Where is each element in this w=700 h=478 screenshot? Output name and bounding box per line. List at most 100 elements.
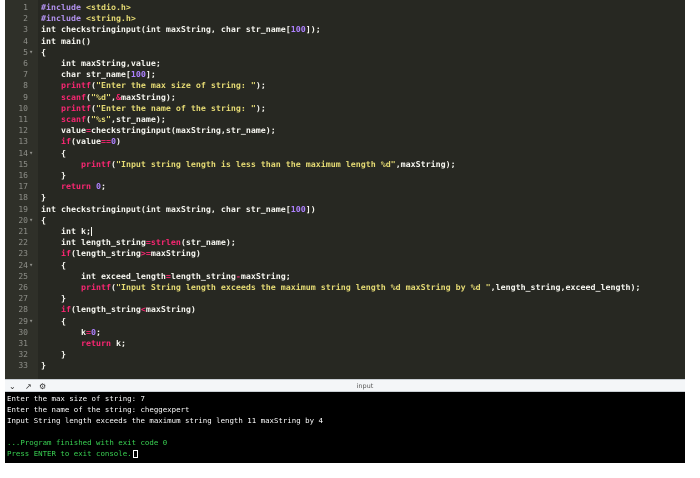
line-number: 32 [18,350,28,360]
code-text: } [41,293,66,304]
line-number: 9 [23,92,28,102]
code-line[interactable]: 17 return 0; [5,181,685,192]
code-line[interactable]: 30 k=0; [5,327,685,338]
code-line[interactable]: 9 scanf("%d",&maxString); [5,92,685,103]
code-line[interactable]: 29 ▾ { [5,316,685,327]
fold-toggle-icon[interactable]: ▾ [29,215,33,226]
code-line[interactable]: 14 ▾ { [5,148,685,159]
expand-icon[interactable]: ↗ [25,381,32,392]
code-line[interactable]: 24 ▾ { [5,260,685,271]
input-tab-label[interactable]: input [335,380,395,392]
code-line[interactable]: 33} [5,360,685,371]
code-text: if(length_string<maxString) [41,304,196,315]
line-number: 23 [18,249,28,259]
code-line[interactable]: 2 #include <string.h> [5,13,685,24]
code-editor[interactable]: 1 #include <stdio.h> 2 #include <string.h> 3… [5,0,685,379]
code-token: if [60,136,71,147]
code-token: k; [110,338,126,348]
line-number: 33 [18,361,28,371]
code-line[interactable]: 23 if(length_string>=maxString) [5,248,685,259]
code-line[interactable]: 4 int main() [5,36,685,47]
line-number: 27 [18,294,28,304]
code-token: (value [70,136,101,147]
code-token: return [80,338,111,348]
output-console[interactable]: Enter the max size of string: 7 Enter the… [5,392,685,463]
code-line[interactable]: 10 printf("Enter the name of the string:… [5,103,685,114]
code-line[interactable]: 28 if(length_string<maxString) [5,304,685,315]
code-line[interactable]: 3 int checkstringinput(int maxString, cha… [5,24,685,35]
code-token: { [41,259,66,270]
line-number: 29 [18,316,28,326]
code-token: int checkstringinput(int maxString, char… [41,24,291,35]
code-token: ,maxString); [395,158,456,169]
fold-toggle-icon[interactable]: ▾ [29,47,33,58]
code-token: char str_name[ [41,69,131,80]
code-line[interactable]: 20 ▾ { [5,215,685,226]
code-line[interactable]: 32 } [5,349,685,360]
code-text: return k; [41,338,126,349]
line-number: 31 [18,339,28,348]
line-number: 1 [23,3,28,12]
code-line[interactable]: 31 return k; [5,338,685,349]
code-line[interactable]: 22 int length_string=strlen(str_name); [5,237,685,248]
code-line[interactable]: 26 printf("Input String length exceeds t… [5,282,685,293]
code-token: if [60,248,71,259]
code-text: printf("Input string length is less than… [41,159,456,170]
line-number: 12 [18,126,28,136]
code-line[interactable]: 21 int k; [5,226,685,237]
line-number: 22 [18,238,28,248]
line-number: 7 [23,70,28,80]
console-text: Enter the max size of string: 7 [7,394,145,403]
fold-toggle-icon[interactable]: ▾ [29,260,33,271]
code-token: scanf [60,91,86,102]
code-token: maxString; [240,270,291,281]
code-line[interactable]: 8 printf("Enter the max size of string: … [5,80,685,91]
code-line[interactable]: 25 int exceed_length=length_string-maxSt… [5,271,685,282]
code-token: } [41,170,66,180]
chevron-down-icon[interactable]: ⌄ [9,381,16,392]
code-line[interactable]: 7 char str_name[100]; [5,69,685,80]
code-token: length_string [170,270,236,281]
code-token: #include [41,2,86,12]
code-line[interactable]: 15 printf("Input string length is less t… [5,159,685,170]
code-line[interactable]: 18} [5,192,685,203]
line-number: 21 [18,227,28,236]
console-text: ...Program finished with exit code 0 [7,438,168,447]
settings-icon[interactable]: ⚙ [39,381,46,392]
code-token: } [41,192,46,203]
line-number: 3 [23,25,28,35]
code-text: printf("Input String length exceeds the … [41,282,640,293]
fold-toggle-icon[interactable]: ▾ [29,148,33,159]
code-token: printf [60,80,91,91]
code-text: #include <string.h> [41,13,136,24]
code-token: { [41,46,46,57]
code-token: ,length_string,exceed_length); [490,282,641,292]
code-line[interactable]: 27 } [5,293,685,304]
code-text: { [41,47,46,58]
console-line: Input String length exceeds the maximum … [7,416,323,426]
code-line[interactable]: 6 int maxString,value; [5,58,685,69]
code-text: #include <stdio.h> [41,2,131,13]
code-text: } [41,170,66,181]
code-line[interactable]: 13 if(value==0) [5,136,685,147]
code-line[interactable]: 1 #include <stdio.h> [5,2,685,13]
code-line[interactable]: 16 } [5,170,685,181]
code-text: k=0; [41,327,101,338]
console-text: Input String length exceeds the maximum … [7,416,323,425]
code-token: "%s" [90,114,111,124]
code-line[interactable]: 19 int checkstringinput(int maxString, ch… [5,204,685,215]
line-number: 14 [18,148,28,158]
code-line[interactable]: 5 ▾ { [5,47,685,58]
code-token: "Enter the name of the string: " [95,102,256,113]
code-token: "%d" [90,91,111,102]
line-number: 10 [18,103,28,113]
code-text: return 0; [41,181,106,192]
line-number: 17 [18,182,28,192]
code-line[interactable]: 12 value=checkstringinput(maxString,str_… [5,125,685,136]
fold-toggle-icon[interactable]: ▾ [29,316,33,327]
panel-divider[interactable]: ⌄ ↗ ⚙ input [5,379,685,392]
code-line[interactable]: 11 scanf("%s",str_name); [5,114,685,125]
